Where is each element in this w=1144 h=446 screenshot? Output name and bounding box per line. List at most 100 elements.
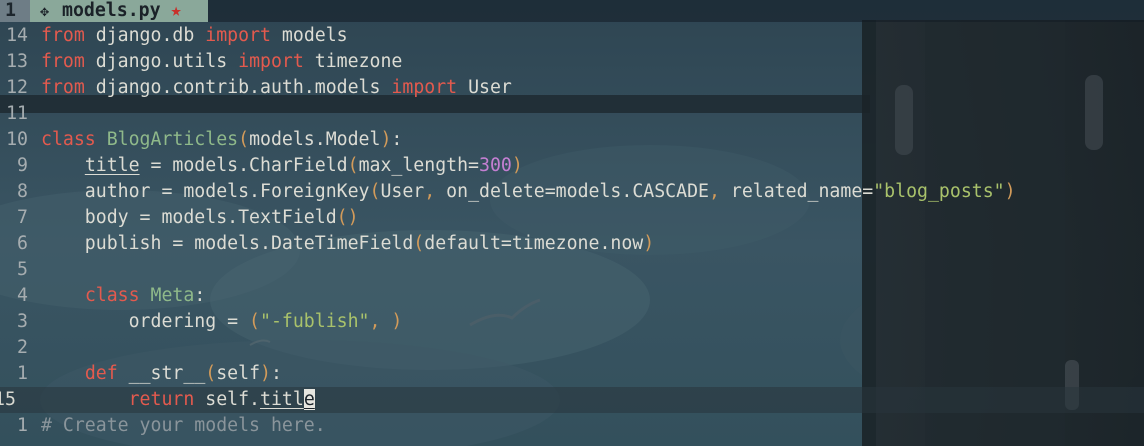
code-token: , xyxy=(369,311,392,332)
code-token: self xyxy=(216,363,261,384)
comment-token: # Create your models here. xyxy=(41,415,326,436)
code-token: publish = models.DateTimeField xyxy=(41,233,414,254)
keyword-token: class xyxy=(84,285,140,306)
line-code: title = models.CharField(max_length=300) xyxy=(41,153,523,179)
line-code: return self.title xyxy=(41,387,315,413)
code-token: : xyxy=(194,285,206,306)
code-token: Meta xyxy=(150,285,195,306)
code-token: : xyxy=(391,129,403,150)
line-code: # Create your models here. xyxy=(41,413,326,439)
keyword-token: class xyxy=(41,129,96,150)
code-token: self. xyxy=(194,389,261,410)
line-code: body = models.TextField() xyxy=(41,205,359,231)
code-token: django.utils xyxy=(84,51,239,72)
code-token: ( xyxy=(238,129,250,150)
code-token: User xyxy=(457,77,512,98)
code-line[interactable]: 10 class BlogArticles(models.Model): xyxy=(0,127,1144,153)
line-code: ordering = ("-fublish", ) xyxy=(41,309,403,335)
code-line[interactable]: 13 from django.utils import timezone xyxy=(0,49,1144,75)
code-token: max_length= xyxy=(358,155,480,176)
code-token: ) xyxy=(511,155,523,176)
line-code: from django.contrib.auth.models import U… xyxy=(41,75,512,101)
code-token: default=timezone.now xyxy=(424,233,644,254)
line-code: publish = models.DateTimeField(default=t… xyxy=(41,231,654,257)
code-token: django.contrib.auth.models xyxy=(84,77,392,98)
line-code: class BlogArticles(models.Model): xyxy=(41,127,402,153)
code-line[interactable]: 2 xyxy=(0,335,1144,361)
line-number: 5 xyxy=(17,259,28,280)
tabline: 1 ✥ models.py ★ xyxy=(0,0,1144,22)
line-code: def __str__(self): xyxy=(41,361,282,387)
tab-models-py[interactable]: ✥ models.py ★ xyxy=(30,0,208,22)
code-token: , xyxy=(708,181,720,202)
code-token: ) xyxy=(380,129,392,150)
editor-window: 1 ✥ models.py ★ 14 from django.db import mo… xyxy=(0,0,1144,446)
line-number: 1 xyxy=(17,363,28,384)
code-line[interactable]: 11 xyxy=(0,101,1144,127)
code-line[interactable]: 1 # Create your models here. xyxy=(0,413,1144,439)
code-token: models.Model xyxy=(249,129,381,150)
code-line[interactable]: 14 from django.db import models xyxy=(0,23,1144,49)
keyword-token: def xyxy=(84,363,118,384)
line-number: 6 xyxy=(17,233,28,254)
code-line[interactable]: 3 ordering = ("-fublish", ) xyxy=(0,309,1144,335)
line-number: 11 xyxy=(6,103,28,124)
code-token: ) xyxy=(260,363,271,384)
code-editor[interactable]: 14 from django.db import models 13 from dja… xyxy=(0,23,1144,439)
keyword-token: import xyxy=(205,25,271,46)
code-line-current[interactable]: 15 return self.title xyxy=(0,387,1144,413)
code-token: timezone xyxy=(303,51,403,72)
line-number: 12 xyxy=(6,77,28,98)
line-number: 3 xyxy=(17,311,28,332)
line-code: from django.utils import timezone xyxy=(41,49,402,75)
text-cursor: e xyxy=(303,389,315,410)
code-token: = models.CharField xyxy=(139,155,348,176)
code-token: author = models.ForeignKey xyxy=(41,181,370,202)
code-token: ordering = xyxy=(41,311,250,332)
keyword-token: from xyxy=(41,77,85,98)
keyword-token: import xyxy=(238,51,304,72)
code-line[interactable]: 12 from django.contrib.auth.models import… xyxy=(0,75,1144,101)
line-number: 7 xyxy=(17,207,28,228)
line-number: 1 xyxy=(17,415,28,436)
line-number: 10 xyxy=(6,129,28,150)
line-number: 15 xyxy=(0,389,16,410)
keyword-token: import xyxy=(391,77,458,98)
code-line[interactable]: 9 title = models.CharField(max_length=30… xyxy=(0,153,1144,179)
line-number: 13 xyxy=(6,51,28,72)
string-token: "blog_posts" xyxy=(873,181,1005,202)
line-number: 9 xyxy=(17,155,28,176)
code-token: titl xyxy=(260,389,304,410)
tab-number[interactable]: 1 xyxy=(0,0,30,22)
code-token: : xyxy=(271,363,282,384)
code-line[interactable]: 7 body = models.TextField() xyxy=(0,205,1144,231)
code-line[interactable]: 1 def __str__(self): xyxy=(0,361,1144,387)
code-token: ) xyxy=(391,311,403,332)
line-number: 8 xyxy=(17,181,28,202)
code-token: User xyxy=(380,181,425,202)
code-token: ( xyxy=(347,155,359,176)
code-line[interactable]: 6 publish = models.DateTimeField(default… xyxy=(0,231,1144,257)
line-code: class Meta: xyxy=(41,283,205,309)
code-line[interactable]: 5 xyxy=(0,257,1144,283)
code-token: django.db xyxy=(84,25,206,46)
line-number: 2 xyxy=(17,337,28,358)
keyword-token: return xyxy=(128,389,195,410)
code-line[interactable]: 4 class Meta: xyxy=(0,283,1144,309)
code-token: ( xyxy=(369,181,381,202)
code-token: body = models.TextField xyxy=(41,207,337,228)
code-token: () xyxy=(336,207,359,228)
code-token: ( xyxy=(249,311,260,332)
python-icon: ✥ xyxy=(40,2,50,20)
keyword-token: from xyxy=(41,51,85,72)
code-token: __str__ xyxy=(117,363,206,384)
code-line[interactable]: 8 author = models.ForeignKey(User, on_de… xyxy=(0,179,1144,205)
keyword-token: from xyxy=(41,25,85,46)
code-token: ) xyxy=(643,233,655,254)
code-token: ( xyxy=(205,363,217,384)
code-token: on_delete=models.CASCADE xyxy=(435,181,709,202)
